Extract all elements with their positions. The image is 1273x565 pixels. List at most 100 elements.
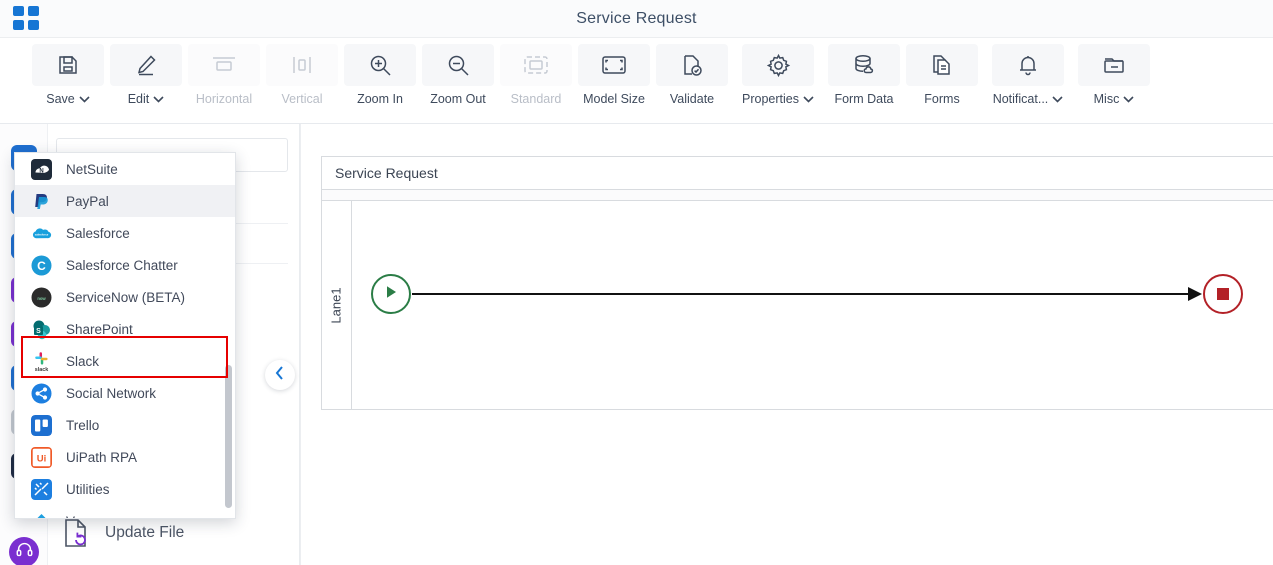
chevron-down-icon bbox=[803, 95, 814, 103]
toolbar-label: Form Data bbox=[834, 92, 894, 106]
sequence-flow-arrowhead bbox=[1188, 286, 1202, 301]
chevron-down-icon bbox=[153, 95, 164, 103]
trello-icon bbox=[31, 414, 52, 436]
sequence-flow[interactable] bbox=[412, 293, 1194, 295]
toolbar-label: Properties bbox=[742, 92, 799, 106]
toolbar-notifications-button[interactable]: Notificat... bbox=[982, 38, 1074, 106]
toolbar-label: Horizontal bbox=[195, 92, 253, 106]
toolbar-label: Save bbox=[46, 92, 75, 106]
dropdown-item-paypal[interactable]: PayPal bbox=[15, 185, 235, 217]
svg-text:S: S bbox=[36, 328, 41, 335]
dropdown-item-social-network[interactable]: Social Network bbox=[15, 377, 235, 409]
sidebar-collapse-button[interactable] bbox=[265, 360, 295, 390]
svg-text:Ui: Ui bbox=[37, 453, 47, 464]
paypal-icon bbox=[31, 191, 52, 212]
sharepoint-icon: S bbox=[31, 319, 52, 340]
page-title: Service Request bbox=[576, 9, 697, 27]
lane-name-label: Lane1 bbox=[329, 286, 344, 324]
update-file-icon bbox=[63, 518, 89, 548]
pool-name-label: Service Request bbox=[335, 165, 438, 181]
toolbar-properties-button[interactable]: Properties bbox=[732, 38, 824, 106]
end-event[interactable] bbox=[1203, 274, 1243, 314]
utilities-icon bbox=[31, 478, 52, 500]
folder-minus-icon bbox=[1078, 44, 1150, 86]
save-disk-icon bbox=[32, 44, 104, 86]
toolbar-label: Notificat... bbox=[992, 92, 1049, 106]
salesforce-icon: salesforce bbox=[31, 223, 52, 244]
bell-icon bbox=[992, 44, 1064, 86]
dropdown-item-uipath-rpa[interactable]: Ui UiPath RPA bbox=[15, 441, 235, 473]
diagram-canvas[interactable]: Service Request Lane1 bbox=[300, 124, 1273, 565]
palette-update-file-label: Update File bbox=[105, 524, 185, 541]
lane-header[interactable]: Lane1 bbox=[322, 201, 352, 409]
toolbar-forms-button[interactable]: Forms bbox=[904, 38, 980, 106]
dropdown-item-label: Salesforce bbox=[66, 225, 130, 241]
toolbar-model-size-button[interactable]: Model Size bbox=[576, 38, 652, 106]
dropdown-item-label: PayPal bbox=[66, 193, 109, 209]
svg-text:salesforce: salesforce bbox=[35, 232, 49, 236]
toolbar-zoom-in-button[interactable]: Zoom In bbox=[342, 38, 418, 106]
uipath-rpa-icon: Ui bbox=[31, 446, 52, 468]
dropdown-item-sharepoint[interactable]: S SharePoint bbox=[15, 313, 235, 345]
main-toolbar: Save Edit Horizontal Vertical Zoom In Zo… bbox=[0, 38, 1273, 124]
dropdown-item-label: Slack bbox=[66, 353, 100, 369]
dropdown-item-servicenow[interactable]: now ServiceNow (BETA) bbox=[15, 281, 235, 313]
toolbar-edit-button[interactable]: Edit bbox=[108, 38, 184, 106]
toolbar-label: Forms bbox=[924, 92, 960, 106]
dropdown-item-slack[interactable]: slack Slack bbox=[15, 345, 235, 377]
netsuite-icon: N bbox=[31, 158, 52, 180]
toolbar-standard-button[interactable]: Standard bbox=[498, 38, 574, 106]
dropdown-scrollbar-thumb[interactable] bbox=[225, 365, 232, 508]
bpmn-pool[interactable]: Service Request Lane1 bbox=[321, 156, 1273, 410]
validate-doc-icon bbox=[656, 44, 728, 86]
slack-icon: slack bbox=[31, 351, 52, 372]
grid-cell bbox=[28, 20, 39, 30]
application-window: Service Request Save Edit Horizontal Ver… bbox=[0, 0, 1273, 565]
toolbar-horizontal-button[interactable]: Horizontal bbox=[186, 38, 262, 106]
svg-text:C: C bbox=[37, 259, 46, 273]
headset-support-icon bbox=[16, 541, 33, 563]
dropdown-item-label: SharePoint bbox=[66, 321, 133, 337]
pool-header: Service Request bbox=[322, 157, 1273, 190]
dropdown-item-label: NetSuite bbox=[66, 161, 118, 177]
toolbar-form-data-button[interactable]: Form Data bbox=[826, 38, 902, 106]
pool-body: Lane1 bbox=[322, 201, 1273, 409]
integrations-dropdown-menu[interactable]: N NetSuite PayPal salesforce Salesforce … bbox=[14, 152, 236, 519]
dropdown-item-netsuite[interactable]: N NetSuite bbox=[15, 153, 235, 185]
pencil-edit-icon bbox=[110, 44, 182, 86]
dropdown-list: N NetSuite PayPal salesforce Salesforce … bbox=[15, 153, 235, 518]
toolbar-misc-button[interactable]: Misc bbox=[1076, 38, 1152, 106]
dropdown-item-salesforce-chatter[interactable]: C Salesforce Chatter bbox=[15, 249, 235, 281]
toolbar-zoom-out-button[interactable]: Zoom Out bbox=[420, 38, 496, 106]
start-event[interactable] bbox=[371, 274, 411, 314]
dropdown-item-utilities[interactable]: Utilities bbox=[15, 473, 235, 505]
lane-body[interactable] bbox=[352, 201, 1273, 409]
support-button[interactable] bbox=[9, 537, 39, 565]
zoom-out-icon bbox=[422, 44, 494, 86]
dropdown-item-trello[interactable]: Trello bbox=[15, 409, 235, 441]
grid-cell bbox=[13, 20, 24, 30]
dropdown-item-label: ServiceNow (BETA) bbox=[66, 289, 186, 305]
salesforce-chatter-icon: C bbox=[31, 255, 52, 276]
dropdown-item-v[interactable]: V bbox=[15, 505, 235, 518]
svg-text:now: now bbox=[37, 295, 46, 300]
toolbar-label: Zoom Out bbox=[430, 92, 486, 106]
toolbar-vertical-button[interactable]: Vertical bbox=[264, 38, 340, 106]
dropdown-item-label: Utilities bbox=[66, 481, 110, 497]
play-triangle-icon bbox=[385, 285, 398, 304]
toolbar-save-button[interactable]: Save bbox=[30, 38, 106, 106]
database-cloud-icon bbox=[828, 44, 900, 86]
standard-size-icon bbox=[500, 44, 572, 86]
toolbar-label: Validate bbox=[669, 92, 715, 106]
chevron-down-icon bbox=[79, 95, 90, 103]
servicenow-icon: now bbox=[31, 287, 52, 308]
palette-update-file-item[interactable]: Update File bbox=[63, 518, 184, 548]
horizontal-align-icon bbox=[188, 44, 260, 86]
dropdown-item-salesforce[interactable]: salesforce Salesforce bbox=[15, 217, 235, 249]
document-copy-icon bbox=[906, 44, 978, 86]
toolbar-validate-button[interactable]: Validate bbox=[654, 38, 730, 106]
terminate-square-icon bbox=[1217, 288, 1229, 300]
v-item-icon bbox=[31, 511, 52, 518]
model-size-icon bbox=[578, 44, 650, 86]
grid-apps-icon[interactable] bbox=[13, 6, 41, 32]
